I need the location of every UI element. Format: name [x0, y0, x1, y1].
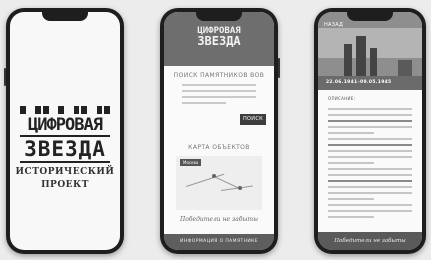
logo-line2: ЗВЕЗДА [197, 34, 241, 48]
monument-photo: НАЗАД 22.06.1941–09.05.1945 [318, 12, 422, 90]
app-logo: ЦИФРОВАЯ ЗВЕЗДА [164, 26, 274, 48]
power-button [278, 58, 280, 78]
back-link[interactable]: НАЗАД [324, 22, 343, 28]
map-pin-icon[interactable] [238, 186, 242, 190]
detail-screen: НАЗАД 22.06.1941–09.05.1945 ОПИСАНИЕ: По… [318, 12, 422, 250]
slogan-text: Победители не забыты [180, 216, 258, 223]
subtitle-line1: ИСТОРИЧЕСКИЙ [15, 167, 115, 177]
map-section-title: КАРТА ОБЪЕКТОВ [188, 144, 250, 151]
map-location-tag[interactable]: Москва [180, 159, 202, 166]
footer-bar[interactable]: ИНФОРМАЦИЯ О ПАМЯТНИКЕ [164, 234, 274, 250]
map-pin-icon[interactable] [212, 174, 216, 178]
brand-title-line1: ЦИФРОВАЯ [28, 115, 103, 135]
date-label: 22.06.1941–09.05.1945 [326, 80, 392, 85]
monument-figure [356, 36, 366, 80]
search-button[interactable]: ПОИСК [240, 114, 266, 125]
description-label: ОПИСАНИЕ: [328, 96, 356, 101]
phone-detail: НАЗАД 22.06.1941–09.05.1945 ОПИСАНИЕ: По… [314, 8, 426, 254]
search-section-title: ПОИСК ПАМЯТНИКОВ ВОВ [173, 72, 265, 79]
description-text [328, 108, 412, 222]
search-description [182, 84, 256, 112]
brand-title-line2: ЗВЕЗДА [20, 135, 110, 163]
objects-map[interactable]: Москва [176, 156, 262, 210]
splash-screen: ЦИФРОВАЯ ЗВЕЗДА ИСТОРИЧЕСКИЙ ПРОЕКТ [10, 12, 120, 250]
subtitle-line2: ПРОЕКТ [41, 180, 89, 190]
notch [347, 12, 393, 21]
map-route [186, 173, 225, 187]
volume-button [4, 68, 6, 86]
search-screen: ЦИФРОВАЯ ЗВЕЗДА ПОИСК ПАМЯТНИКОВ ВОВ ПОИ… [164, 12, 274, 250]
phone-splash: ЦИФРОВАЯ ЗВЕЗДА ИСТОРИЧЕСКИЙ ПРОЕКТ [4, 8, 124, 254]
showcase: { "splash": { "brand_line1": "ЦИФРОВАЯ",… [0, 0, 431, 260]
footer-bar: Победители не забыты [318, 232, 422, 250]
phone-search: ЦИФРОВАЯ ЗВЕЗДА ПОИСК ПАМЯТНИКОВ ВОВ ПОИ… [160, 8, 280, 254]
monument-figure [344, 44, 352, 80]
pixel-pattern [20, 106, 111, 114]
notch [42, 12, 88, 21]
notch [196, 12, 242, 21]
